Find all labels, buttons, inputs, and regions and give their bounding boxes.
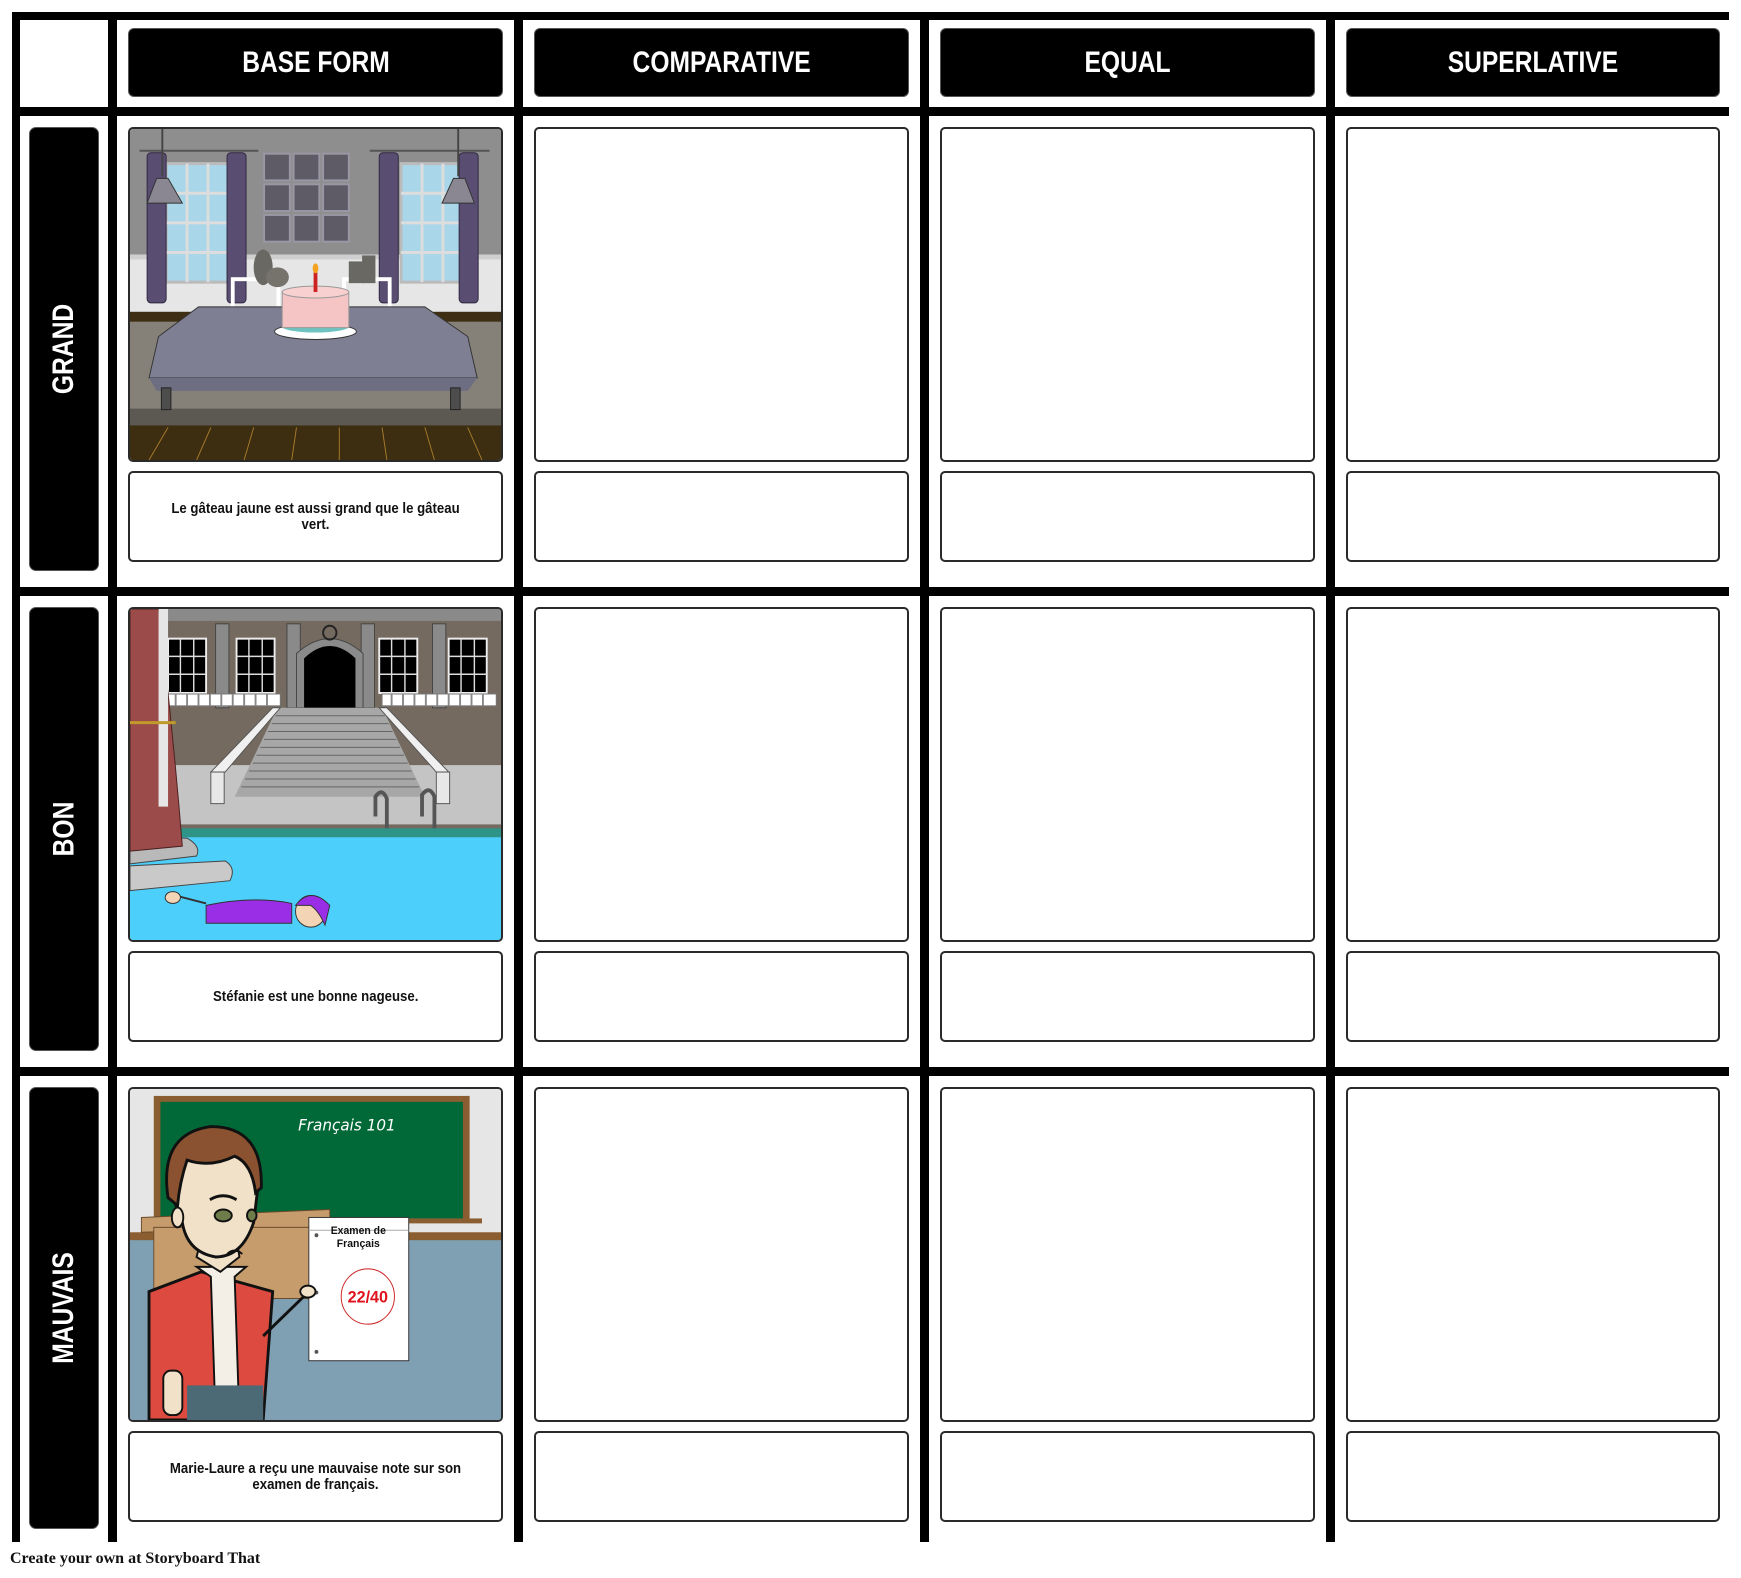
scene-image-classroom[interactable]: Français 101 Examen de Français 22/40: [128, 1087, 503, 1422]
storyboard-cell[interactable]: [523, 596, 920, 1067]
storyboard-cell[interactable]: [523, 1076, 920, 1545]
storyboard-cell[interactable]: [929, 596, 1326, 1067]
column-header-base-form: BASE FORM: [128, 28, 503, 97]
dining-room-cake-illustration: [130, 129, 501, 460]
column-header-cell: EQUAL: [929, 20, 1326, 107]
row-label-bon: BON: [29, 607, 99, 1051]
row-label-cell: BON: [20, 596, 108, 1067]
caption-box[interactable]: [534, 951, 909, 1042]
storyboard-that-credit[interactable]: Create your own at Storyboard That: [10, 1550, 260, 1568]
swimming-pool-illustration: [130, 609, 501, 940]
storyboard-cell[interactable]: [1335, 596, 1731, 1067]
classroom-exam-illustration: Français 101 Examen de Français 22/40: [130, 1089, 501, 1420]
empty-image-box[interactable]: [534, 607, 909, 942]
storyboard-cell[interactable]: Stéfanie est une bonne nageuse.: [117, 596, 514, 1067]
row-label-grand: GRAND: [29, 127, 99, 571]
empty-image-box[interactable]: [534, 1087, 909, 1422]
caption-box[interactable]: [1346, 471, 1720, 562]
scene-image-dining-room[interactable]: [128, 127, 503, 462]
caption-text: Le gâteau jaune est aussi grand que le g…: [171, 499, 460, 533]
caption-box[interactable]: [940, 951, 1315, 1042]
storyboard-cell[interactable]: Le gâteau jaune est aussi grand que le g…: [117, 116, 514, 587]
chalkboard-text: Français 101: [298, 1116, 396, 1134]
scene-image-swimming-pool[interactable]: [128, 607, 503, 942]
empty-image-box[interactable]: [1346, 127, 1720, 462]
caption-text: Marie-Laure a reçu une mauvaise note sur…: [169, 1459, 462, 1493]
column-header-cell: COMPARATIVE: [523, 20, 920, 107]
storyboard-cell[interactable]: [1335, 1076, 1731, 1545]
column-header-superlative: SUPERLATIVE: [1346, 28, 1720, 97]
column-header-cell: BASE FORM: [117, 20, 514, 107]
column-header-comparative: COMPARATIVE: [534, 28, 909, 97]
storyboard-cell[interactable]: [1335, 116, 1731, 587]
storyboard-grid: BASE FORM COMPARATIVE EQUAL SUPERLATIVE …: [12, 12, 1731, 1545]
row-label-cell: MAUVAIS: [20, 1076, 108, 1545]
row-label-cell: GRAND: [20, 116, 108, 587]
exam-score: 22/40: [348, 1288, 388, 1306]
left-window: [164, 162, 230, 284]
storyboard-cell[interactable]: Français 101 Examen de Français 22/40 Ma…: [117, 1076, 514, 1545]
empty-image-box[interactable]: [1346, 1087, 1720, 1422]
exam-title-line2: Français: [337, 1238, 380, 1250]
exam-title-line1: Examen de: [331, 1225, 386, 1237]
column-header-equal: EQUAL: [940, 28, 1315, 97]
corner-cell: [20, 20, 108, 107]
storyboard-cell[interactable]: [929, 1076, 1326, 1545]
empty-image-box[interactable]: [940, 1087, 1315, 1422]
empty-image-box[interactable]: [534, 127, 909, 462]
caption-box[interactable]: Marie-Laure a reçu une mauvaise note sur…: [128, 1431, 503, 1522]
caption-box[interactable]: [534, 1431, 909, 1522]
caption-box[interactable]: [940, 1431, 1315, 1522]
empty-image-box[interactable]: [940, 607, 1315, 942]
column-header-cell: SUPERLATIVE: [1335, 20, 1731, 107]
caption-text: Stéfanie est une bonne nageuse.: [212, 987, 419, 1005]
caption-box[interactable]: Stéfanie est une bonne nageuse.: [128, 951, 503, 1042]
caption-box[interactable]: [1346, 951, 1720, 1042]
empty-image-box[interactable]: [940, 127, 1315, 462]
empty-image-box[interactable]: [1346, 607, 1720, 942]
storyboard-cell[interactable]: [929, 116, 1326, 587]
storyboard-cell[interactable]: [523, 116, 920, 587]
caption-box[interactable]: [940, 471, 1315, 562]
caption-box[interactable]: Le gâteau jaune est aussi grand que le g…: [128, 471, 503, 562]
caption-box[interactable]: [534, 471, 909, 562]
row-label-mauvais: MAUVAIS: [29, 1087, 99, 1529]
caption-box[interactable]: [1346, 1431, 1720, 1522]
